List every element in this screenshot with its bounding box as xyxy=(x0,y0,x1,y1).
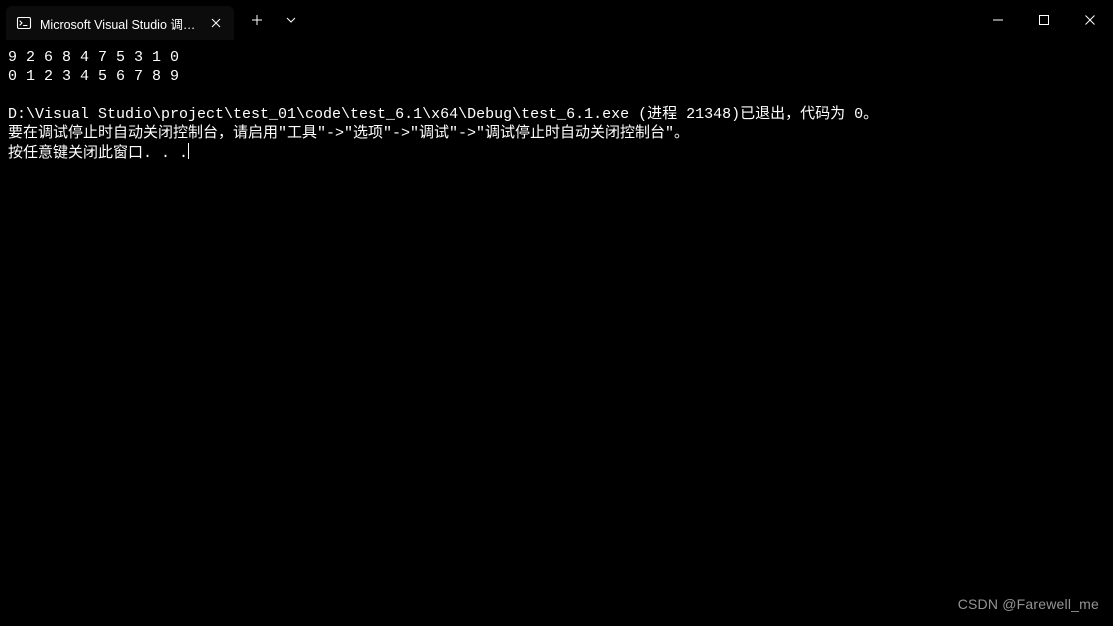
chevron-down-icon xyxy=(286,17,296,23)
tab-actions xyxy=(242,0,306,40)
exit-message: D:\Visual Studio\project\test_01\code\te… xyxy=(8,106,878,123)
close-icon xyxy=(211,18,221,28)
watermark-text: CSDN @Farewell_me xyxy=(958,595,1099,614)
output-line: 0 1 2 3 4 5 6 7 8 9 xyxy=(8,68,179,85)
plus-icon xyxy=(252,15,262,25)
hint-message: 要在调试停止时自动关闭控制台，请启用"工具"->"选项"->"调试"->"调试停… xyxy=(8,125,689,142)
text-cursor xyxy=(188,143,189,159)
new-tab-button[interactable] xyxy=(242,5,272,35)
output-line: 9 2 6 8 4 7 5 3 1 0 xyxy=(8,49,179,66)
window-controls xyxy=(975,1,1113,39)
tab-dropdown-button[interactable] xyxy=(276,5,306,35)
maximize-icon xyxy=(1039,15,1049,25)
close-window-button[interactable] xyxy=(1067,1,1113,39)
console-output[interactable]: 9 2 6 8 4 7 5 3 1 0 0 1 2 3 4 5 6 7 8 9 … xyxy=(0,40,1113,626)
minimize-icon xyxy=(993,15,1003,25)
title-bar: Microsoft Visual Studio 调试控制台 xyxy=(0,0,1113,40)
window-tab[interactable]: Microsoft Visual Studio 调试控制台 xyxy=(6,6,234,40)
press-any-key-message: 按任意键关闭此窗口. . . xyxy=(8,145,188,162)
terminal-icon xyxy=(16,15,32,31)
maximize-button[interactable] xyxy=(1021,1,1067,39)
tab-title-text: Microsoft Visual Studio 调试控制台 xyxy=(40,14,200,33)
minimize-button[interactable] xyxy=(975,1,1021,39)
tab-close-button[interactable] xyxy=(208,15,224,31)
close-icon xyxy=(1085,15,1095,25)
